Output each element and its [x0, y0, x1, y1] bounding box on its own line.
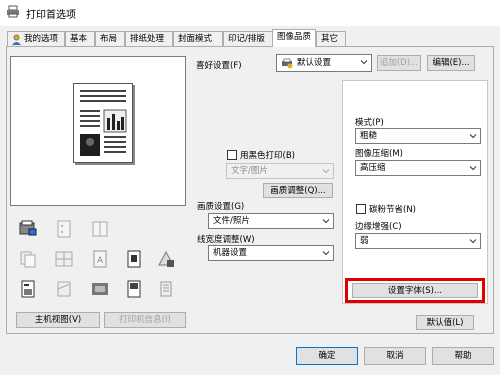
tab-my-options[interactable]: 我的选项 [7, 31, 65, 46]
add-favorite-button[interactable]: 追加(D)... [377, 55, 421, 71]
line-width-select[interactable]: 机器设置 [208, 245, 334, 261]
tab-image-quality[interactable]: 图像品质 [272, 29, 316, 47]
add-favorite-label: 追加(D)... [379, 58, 419, 68]
main-view-label: 主机视图(V) [34, 315, 82, 325]
quality-settings-select[interactable]: 文件/照片 [208, 213, 334, 229]
chevron-down-icon [469, 134, 477, 139]
font-settings-label: 设置字体(S)... [387, 286, 443, 296]
mode-select[interactable]: 粗糙 [355, 128, 481, 144]
help-label: 帮助 [454, 351, 472, 361]
edge-label: 边缘增强(C) [355, 222, 402, 232]
tab-layout[interactable]: 布局 [95, 31, 125, 46]
booklet-icon [92, 221, 108, 237]
copies-icon [20, 251, 36, 268]
chevron-down-icon [469, 166, 477, 171]
mode-value: 粗糙 [360, 131, 378, 141]
chevron-down-icon [322, 219, 330, 224]
tab-label: 布局 [100, 34, 118, 44]
right-settings-group [342, 80, 488, 304]
compression-select[interactable]: 高压缩 [355, 160, 481, 176]
favorites-label: 喜好设置(F) [196, 61, 242, 71]
font-settings-button[interactable]: 设置字体(S)... [352, 283, 478, 298]
user-icon [12, 34, 21, 45]
compression-label: 图像压缩(M) [355, 149, 403, 159]
device-printer-icon [19, 220, 37, 236]
favorites-select[interactable]: 默认设置 [276, 54, 372, 72]
device-icons: A [10, 216, 186, 306]
favorite-printer-icon [282, 58, 293, 69]
tab-label: 基本 [70, 34, 88, 44]
toner-save-checkbox[interactable] [356, 204, 366, 214]
chevron-down-icon [322, 251, 330, 256]
tab-basic[interactable]: 基本 [65, 31, 95, 46]
edit-favorite-button[interactable]: 编辑(E)... [427, 55, 475, 71]
printer-info-button[interactable]: 打印机信息(I) [104, 312, 186, 328]
quality-settings-value: 文件/照片 [213, 216, 250, 226]
tab-label: 排纸处理 [130, 34, 165, 44]
cover-icon [127, 280, 141, 298]
compression-value: 高压缩 [360, 163, 386, 173]
tab-stamp-layout[interactable]: 印记/排版 [223, 31, 273, 46]
chevron-down-icon [322, 169, 330, 174]
fold-icon [57, 281, 71, 297]
window-title: 打印首选项 [26, 10, 76, 21]
document-icon [127, 250, 141, 268]
black-print-checkbox[interactable] [227, 150, 237, 160]
tab-label: 封面模式 [178, 34, 213, 44]
hole-punch-icon [57, 220, 71, 238]
staple-icon [21, 280, 35, 298]
cancel-label: 取消 [386, 351, 404, 361]
ok-button[interactable]: 确定 [296, 347, 358, 365]
black-print-label: 用黑色打印(B) [240, 151, 295, 161]
tab-other[interactable]: 其它 [316, 31, 346, 46]
tab-label: 印记/排版 [228, 34, 265, 44]
line-width-value: 机器设置 [213, 248, 248, 258]
chevron-down-icon [469, 239, 477, 244]
multi-page-icon [55, 251, 73, 267]
mode-label: 模式(P) [355, 118, 384, 128]
quality-adjust-button[interactable]: 画质调整(Q)... [263, 183, 333, 198]
edge-select[interactable]: 弱 [355, 233, 481, 249]
default-button[interactable]: 默认值(L) [416, 315, 474, 330]
lock-document-icon [158, 250, 174, 267]
toner-save-label: 碳粉节省(N) [369, 205, 416, 215]
cancel-button[interactable]: 取消 [364, 347, 426, 365]
edit-favorite-label: 编辑(E)... [432, 58, 470, 68]
text-image-select[interactable]: 文字/图片 [226, 163, 334, 179]
tab-paper-output[interactable]: 排纸处理 [125, 31, 173, 46]
chevron-down-icon [360, 60, 368, 65]
page-preview [73, 83, 133, 163]
preview-pane [10, 56, 186, 206]
svg-text:A: A [97, 256, 104, 266]
text-image-value: 文字/图片 [231, 166, 268, 176]
title-bar: 打印首选项 [0, 0, 500, 26]
paper-size-icon: A [93, 250, 107, 268]
line-width-label: 线宽度调整(W) [197, 235, 255, 245]
quality-settings-label: 画质设置(G) [197, 202, 245, 212]
stamp-icon [92, 283, 108, 295]
tab-label: 我的选项 [24, 34, 59, 44]
favorites-value: 默认设置 [297, 58, 332, 68]
tab-label: 其它 [321, 34, 339, 44]
quality-adjust-label: 画质调整(Q)... [270, 186, 326, 196]
main-view-button[interactable]: 主机视图(V) [16, 312, 100, 328]
edge-value: 弱 [360, 236, 369, 246]
help-button[interactable]: 帮助 [432, 347, 494, 365]
page-preview-image [80, 90, 127, 156]
printer-icon [7, 5, 19, 18]
tab-label: 图像品质 [277, 32, 312, 42]
tab-cover-mode[interactable]: 封面模式 [173, 31, 223, 46]
scroll-icon [160, 281, 172, 297]
default-label: 默认值(L) [426, 318, 464, 328]
printer-info-label: 打印机信息(I) [119, 315, 171, 325]
ok-label: 确定 [318, 351, 336, 361]
